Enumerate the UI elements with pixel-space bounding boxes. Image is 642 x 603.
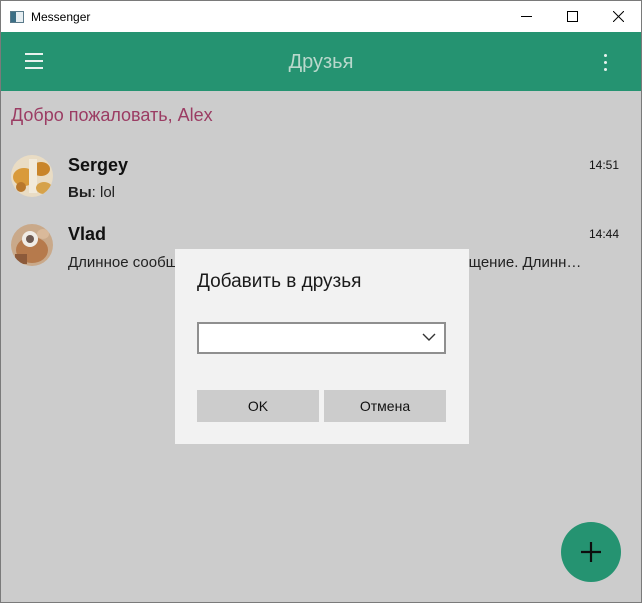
- chat-name: Vlad: [68, 224, 107, 244]
- chat-sender: Вы: [68, 184, 92, 201]
- chat-preview: Вы: lol: [68, 184, 588, 201]
- maximize-icon: [566, 11, 578, 22]
- more-vertical-icon[interactable]: [602, 54, 610, 72]
- chat-name: Sergey: [68, 155, 129, 175]
- add-chat-button[interactable]: [561, 522, 621, 582]
- app-icon: [10, 10, 24, 23]
- chat-time: 14:44: [588, 227, 619, 241]
- add-friend-dialog: Добавить в друзья OK Отмена: [175, 249, 469, 444]
- minimize-icon: [520, 16, 532, 17]
- ok-button[interactable]: OK: [197, 390, 319, 422]
- avatar: [11, 155, 53, 197]
- close-icon: [612, 11, 624, 22]
- chat-message: lol: [100, 184, 116, 201]
- window-title: Messenger: [31, 9, 91, 24]
- maximize-button[interactable]: [549, 1, 595, 32]
- page-title: Друзья: [288, 51, 354, 73]
- messenger-window: Messenger Друзья Добро пожаловать, Alex: [0, 0, 642, 603]
- window-controls: [503, 1, 641, 32]
- chat-sender-separator: :: [91, 184, 100, 201]
- dialog-title: Добавить в друзья: [197, 271, 362, 292]
- chat-time: 14:51: [588, 158, 619, 172]
- chevron-down-icon: [422, 333, 436, 341]
- cancel-button[interactable]: Отмена: [324, 390, 446, 422]
- chat-list-item[interactable]: Sergey 14:51 Вы: lol: [1, 149, 641, 215]
- avatar: [11, 224, 53, 266]
- app-bar: Друзья: [1, 32, 641, 91]
- minimize-button[interactable]: [503, 1, 549, 32]
- welcome-message: Добро пожаловать, Alex: [11, 105, 213, 125]
- window-titlebar[interactable]: Messenger: [1, 1, 641, 32]
- plus-icon: [581, 542, 601, 562]
- close-button[interactable]: [595, 1, 641, 32]
- friend-select[interactable]: [197, 322, 446, 354]
